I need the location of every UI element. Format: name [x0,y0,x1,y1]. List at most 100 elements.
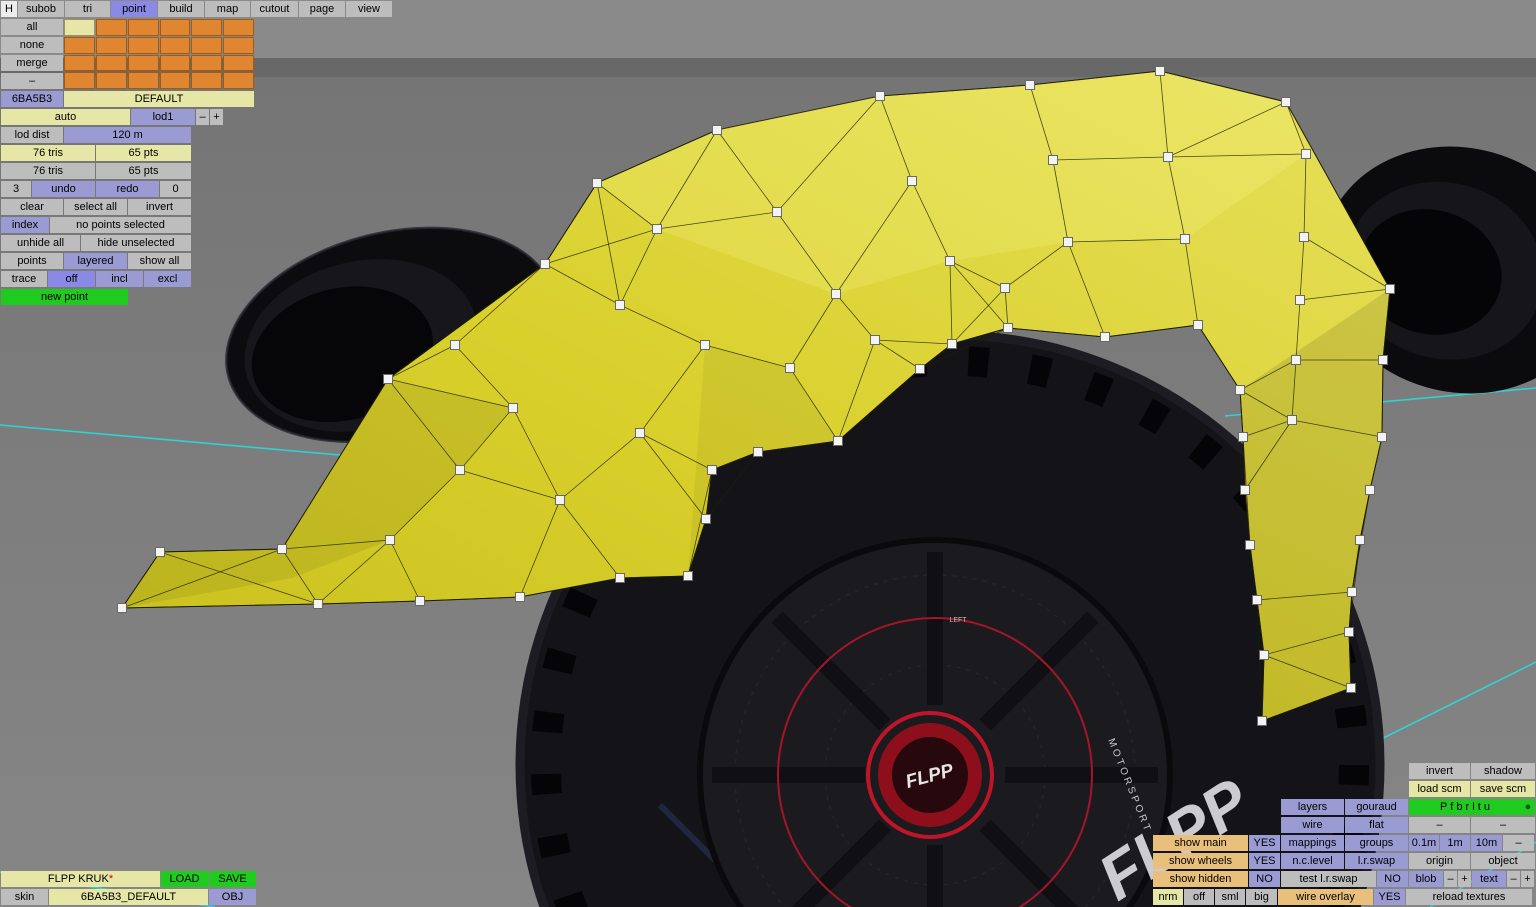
undo-button[interactable]: undo [32,181,95,197]
lod-dist-label[interactable]: lod dist [1,127,63,143]
clear-button[interactable]: clear [1,199,63,215]
mesh-vertex[interactable] [1245,540,1255,550]
text-plus-button[interactable]: + [1521,871,1534,887]
mesh-vertex[interactable] [1295,295,1305,305]
trace-excl-button[interactable]: excl [144,271,191,287]
trace-button[interactable]: trace [1,271,47,287]
mesh-vertex[interactable] [1287,415,1297,425]
palette-cell[interactable] [159,19,191,36]
palette-cell[interactable] [127,54,159,72]
shadow-button[interactable]: shadow [1471,763,1535,779]
load-button[interactable]: LOAD [161,871,208,887]
skin-id-button[interactable]: 6BA5B3 [1,91,63,107]
grid-10m-button[interactable]: 10m [1471,835,1502,851]
palette-cell[interactable] [159,36,191,54]
mesh-vertex[interactable] [1238,432,1248,442]
palette-cell[interactable] [95,19,127,36]
layers-button[interactable]: layers [1281,799,1344,815]
invert-button[interactable]: invert [1409,763,1470,779]
mesh-vertex[interactable] [1355,535,1365,545]
load-scm-button[interactable]: load scm [1409,781,1470,797]
mesh-vertex[interactable] [915,364,925,374]
trace-incl-button[interactable]: incl [96,271,143,287]
obj-button[interactable]: OBJ [209,889,256,905]
select-all-button[interactable]: select all [64,199,127,215]
skin-file-name[interactable]: 6BA5B3_DEFAULT [49,889,208,905]
blob-button[interactable]: blob [1409,871,1443,887]
wire-overlay-label[interactable]: wire overlay [1278,889,1373,905]
show-main-label[interactable]: show main [1153,835,1248,851]
mesh-vertex[interactable] [833,436,843,446]
skin-label[interactable]: skin [1,889,48,905]
dash1-button[interactable]: – [1409,817,1470,833]
palette-cell[interactable] [127,19,159,36]
show-main-toggle[interactable]: YES [1249,835,1280,851]
invert-selection-button[interactable]: invert [128,199,191,215]
mesh-vertex[interactable] [1063,237,1073,247]
tab-page[interactable]: page [299,1,345,17]
palette-cell[interactable] [64,19,95,36]
mesh-vertex[interactable] [1240,485,1250,495]
mesh-vertex[interactable] [450,340,460,350]
tab-cutout[interactable]: cutout [251,1,298,17]
mesh-vertex[interactable] [1299,232,1309,242]
tab-map[interactable]: map [205,1,250,17]
mesh-vertex[interactable] [1000,283,1010,293]
hide-unselected-button[interactable]: hide unselected [81,235,191,251]
show-wheels-toggle[interactable]: YES [1249,853,1280,869]
nrm-off-button[interactable]: off [1184,889,1214,905]
mesh-vertex[interactable] [652,224,662,234]
mesh-vertex[interactable] [385,535,395,545]
mesh-vertex[interactable] [683,571,693,581]
show-all-button[interactable]: show all [128,253,191,269]
text-minus-button[interactable]: – [1507,871,1520,887]
mesh-vertex[interactable] [592,178,602,188]
all-button[interactable]: all [1,19,63,35]
mesh-vertex[interactable] [707,465,717,475]
nrm-big-button[interactable]: big [1246,889,1277,905]
mesh-vertex[interactable] [540,259,550,269]
mesh-vertex[interactable] [313,599,323,609]
palette-cell[interactable] [191,72,223,89]
lrswap-button[interactable]: l.r.swap [1345,853,1408,869]
lod-dist-value[interactable]: 120 m [64,127,191,143]
mesh-vertex[interactable] [615,300,625,310]
file-name-button[interactable]: FLPP KRUK* [1,871,160,887]
show-wheels-label[interactable]: show wheels [1153,853,1248,869]
mesh-vertex[interactable] [712,125,722,135]
show-hidden-toggle[interactable]: NO [1249,871,1280,887]
palette-cell[interactable] [191,54,223,72]
mesh-vertex[interactable] [947,339,957,349]
lod-minus-button[interactable]: – [196,109,209,125]
mesh-vertex[interactable] [635,428,645,438]
mesh-vertex[interactable] [831,289,841,299]
mesh-vertex[interactable] [1281,97,1291,107]
blob-minus-button[interactable]: – [1444,871,1457,887]
layered-button[interactable]: layered [64,253,127,269]
mesh-vertex[interactable] [1377,432,1387,442]
mesh-vertex[interactable] [515,592,525,602]
mesh-vertex[interactable] [870,335,880,345]
palette-cell[interactable] [95,72,127,89]
nrm-button[interactable]: nrm [1153,889,1183,905]
palette-cell[interactable] [159,54,191,72]
mesh-vertex[interactable] [945,256,955,266]
palette-cell[interactable] [95,36,127,54]
wire-overlay-toggle[interactable]: YES [1374,889,1405,905]
origin-button[interactable]: origin [1409,853,1470,869]
mesh-vertex[interactable] [1347,587,1357,597]
mesh-vertex[interactable] [555,495,565,505]
nrm-sml-button[interactable]: sml [1215,889,1245,905]
mesh-vertex[interactable] [1180,234,1190,244]
grid-dash-button[interactable]: – [1503,835,1534,851]
mesh-vertex[interactable] [772,207,782,217]
mesh-vertex[interactable] [1257,716,1267,726]
groups-button[interactable]: groups [1345,835,1408,851]
text-button[interactable]: text [1472,871,1506,887]
mesh-vertex[interactable] [785,363,795,373]
mesh-vertex[interactable] [1163,152,1173,162]
palette-cell[interactable] [223,54,254,72]
dash2-button[interactable]: – [1471,817,1535,833]
wire-button[interactable]: wire [1281,817,1344,833]
mesh-vertex[interactable] [1193,320,1203,330]
